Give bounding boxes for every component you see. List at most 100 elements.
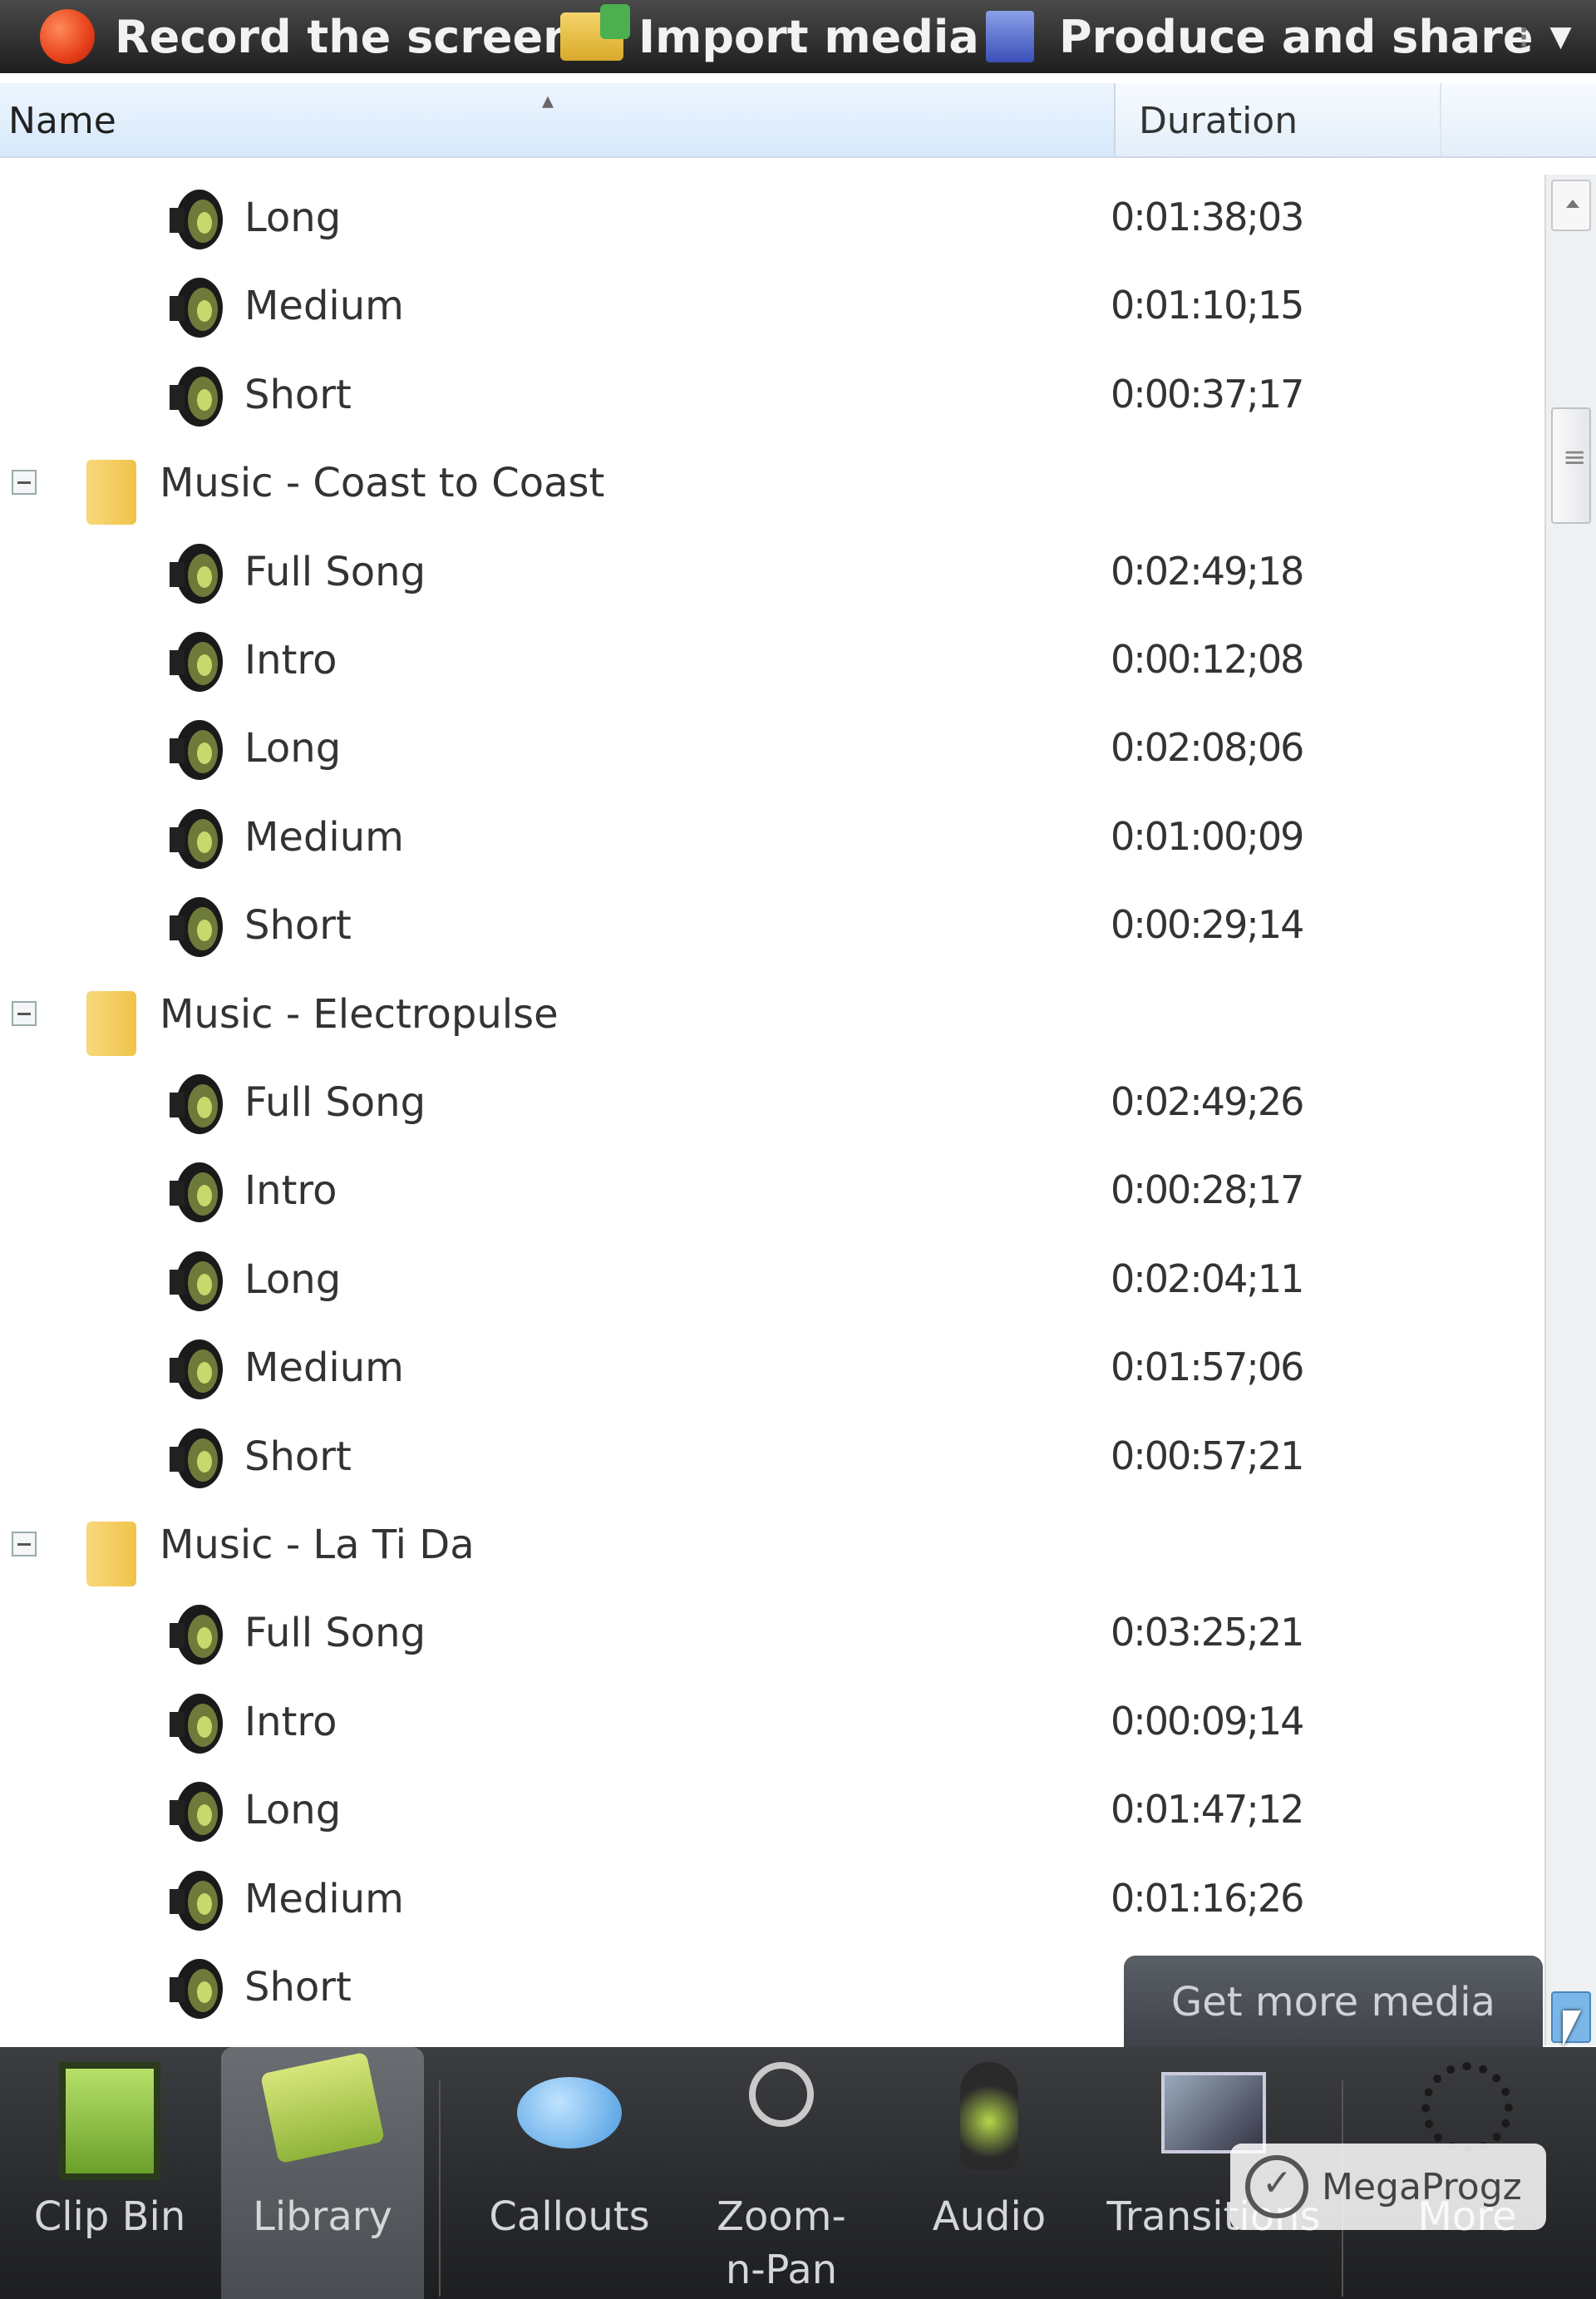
vertical-scrollbar[interactable]	[1544, 175, 1596, 2045]
clip-name: Medium	[244, 813, 404, 861]
speaker-icon	[166, 804, 226, 871]
callout-icon	[517, 2077, 622, 2149]
folder-name: Music - La Ti Da	[160, 1522, 475, 1568]
collapse-icon[interactable]	[12, 470, 37, 496]
clip-name: Short	[244, 1964, 352, 2010]
clip-row[interactable]: Full Song 0:02:49;18	[0, 529, 1544, 617]
tab-audio[interactable]: Audio	[889, 2047, 1089, 2299]
tab-zoom-n-pan[interactable]: Zoom-n-Pan	[673, 2047, 889, 2299]
clip-name: Full Song	[244, 1610, 426, 1657]
clip-row[interactable]: Long 0:02:04;11	[0, 1236, 1544, 1325]
speaker-icon	[166, 715, 226, 782]
clip-row[interactable]: Long 0:01:38;03	[0, 175, 1544, 263]
chevron-down-icon: ▼	[1549, 20, 1572, 53]
clip-name: Long	[244, 195, 342, 241]
tab-label: Audio	[932, 2193, 1047, 2240]
clip-row[interactable]: Full Song 0:03:25;21	[0, 1590, 1544, 1678]
clip-name: Short	[244, 371, 352, 418]
clip-duration: 0:00:09;14	[1111, 1698, 1304, 1744]
clip-name: Medium	[244, 283, 404, 330]
speaker-icon	[166, 185, 226, 251]
clip-name: Long	[244, 1787, 342, 1834]
scroll-thumb[interactable]	[1551, 407, 1591, 524]
film-icon	[59, 2062, 160, 2180]
clip-row[interactable]: Medium 0:01:10;15	[0, 263, 1544, 351]
clip-duration: 0:01:10;15	[1111, 283, 1304, 328]
clip-duration: 0:01:47;12	[1111, 1787, 1304, 1833]
clip-duration: 0:02:08;06	[1111, 725, 1304, 771]
clip-duration: 0:01:38;03	[1111, 195, 1304, 239]
duration-column-label: Duration	[1139, 100, 1298, 142]
clip-row[interactable]: Short 0:00:29;14	[0, 882, 1544, 970]
import-folder-icon	[560, 4, 630, 61]
clip-duration: 0:02:49;26	[1111, 1079, 1304, 1124]
folder-row[interactable]: Music - Coast to Coast	[0, 440, 1544, 528]
clip-name: Intro	[244, 1167, 337, 1215]
speaker-icon	[166, 1069, 226, 1136]
clip-row[interactable]: Short 0:00:57;21	[0, 1413, 1544, 1502]
import-media-label: Import media	[638, 10, 979, 63]
toolbar-grip-icon[interactable]: ⋮	[1511, 23, 1536, 52]
clip-duration: 0:00:37;17	[1111, 371, 1304, 417]
watermark: MegaProgz	[1230, 2144, 1546, 2230]
tab-divider	[439, 2080, 441, 2297]
clip-row[interactable]: Medium 0:01:00;09	[0, 794, 1544, 882]
clip-name: Long	[244, 725, 342, 772]
clip-row[interactable]: Medium 0:01:57;06	[0, 1325, 1544, 1413]
tab-label: Zoom-n-Pan	[717, 2193, 846, 2293]
name-column-header[interactable]: Name ▴	[0, 83, 1116, 156]
clip-duration: 0:03:25;21	[1111, 1610, 1304, 1655]
column-header: Name ▴ Duration	[0, 83, 1596, 158]
clip-name: Short	[244, 902, 352, 950]
record-screen-button[interactable]: Record the screen ▼	[40, 0, 613, 73]
import-media-button[interactable]: Import media	[560, 0, 979, 73]
folder-icon	[86, 1522, 136, 1586]
clip-row[interactable]: Short 0:00:37;17	[0, 352, 1544, 440]
clip-row[interactable]: Intro 0:00:09;14	[0, 1679, 1544, 1767]
speaker-icon	[166, 539, 226, 605]
clip-name: Long	[244, 1256, 342, 1303]
zoom-icon	[749, 2062, 814, 2127]
tab-clip-bin[interactable]: Clip Bin	[0, 2047, 219, 2299]
speaker-icon	[166, 1777, 226, 1843]
more-icon	[1421, 2062, 1513, 2153]
watermark-logo-icon	[1245, 2155, 1308, 2218]
clip-row[interactable]: Intro 0:00:12;08	[0, 617, 1544, 705]
speaker-icon	[166, 1423, 226, 1490]
duration-column-header[interactable]: Duration	[1116, 83, 1441, 156]
clip-duration: 0:00:29;14	[1111, 902, 1304, 948]
speaker-icon	[166, 1157, 226, 1224]
get-more-media-button[interactable]: Get more media	[1124, 1956, 1543, 2049]
clip-row[interactable]: Long 0:01:47;12	[0, 1767, 1544, 1855]
scroll-up-button[interactable]	[1551, 180, 1591, 231]
record-icon	[40, 9, 95, 64]
watermark-label: MegaProgz	[1322, 2165, 1522, 2208]
clip-row[interactable]: Full Song 0:02:49;26	[0, 1059, 1544, 1147]
sort-arrow-icon: ▴	[542, 86, 554, 114]
speaker-icon	[166, 892, 226, 959]
name-column-label: Name	[8, 100, 116, 142]
clip-duration: 0:00:57;21	[1111, 1433, 1304, 1478]
clip-duration: 0:01:57;06	[1111, 1344, 1304, 1390]
media-list: Long 0:01:38;03 Medium 0:01:10;15 Short 0:00:…	[0, 175, 1544, 2045]
folder-row[interactable]: Music - Electropulse	[0, 971, 1544, 1059]
produce-icon	[986, 11, 1034, 62]
get-more-media-label: Get more media	[1171, 1979, 1495, 2025]
clip-row[interactable]: Medium 0:01:16;26	[0, 1856, 1544, 1944]
clip-row[interactable]: Intro 0:00:28;17	[0, 1147, 1544, 1236]
tab-callouts[interactable]: Callouts	[466, 2047, 673, 2299]
clip-row[interactable]: Long 0:02:08;06	[0, 705, 1544, 793]
clip-name: Medium	[244, 1344, 404, 1392]
collapse-icon[interactable]	[12, 1532, 37, 1557]
produce-share-button[interactable]: Produce and share ▼	[986, 0, 1572, 73]
tab-label: Callouts	[489, 2193, 650, 2240]
collapse-icon[interactable]	[12, 1000, 37, 1026]
speaker-icon	[166, 1689, 226, 1755]
folder-icon	[86, 460, 136, 525]
speaker-icon	[166, 627, 226, 693]
library-icon	[259, 2051, 386, 2164]
folder-row[interactable]: Music - La Ti Da	[0, 1502, 1544, 1590]
record-screen-label: Record the screen	[115, 10, 575, 63]
audio-icon	[960, 2062, 1018, 2170]
tab-library[interactable]: Library	[221, 2047, 424, 2299]
